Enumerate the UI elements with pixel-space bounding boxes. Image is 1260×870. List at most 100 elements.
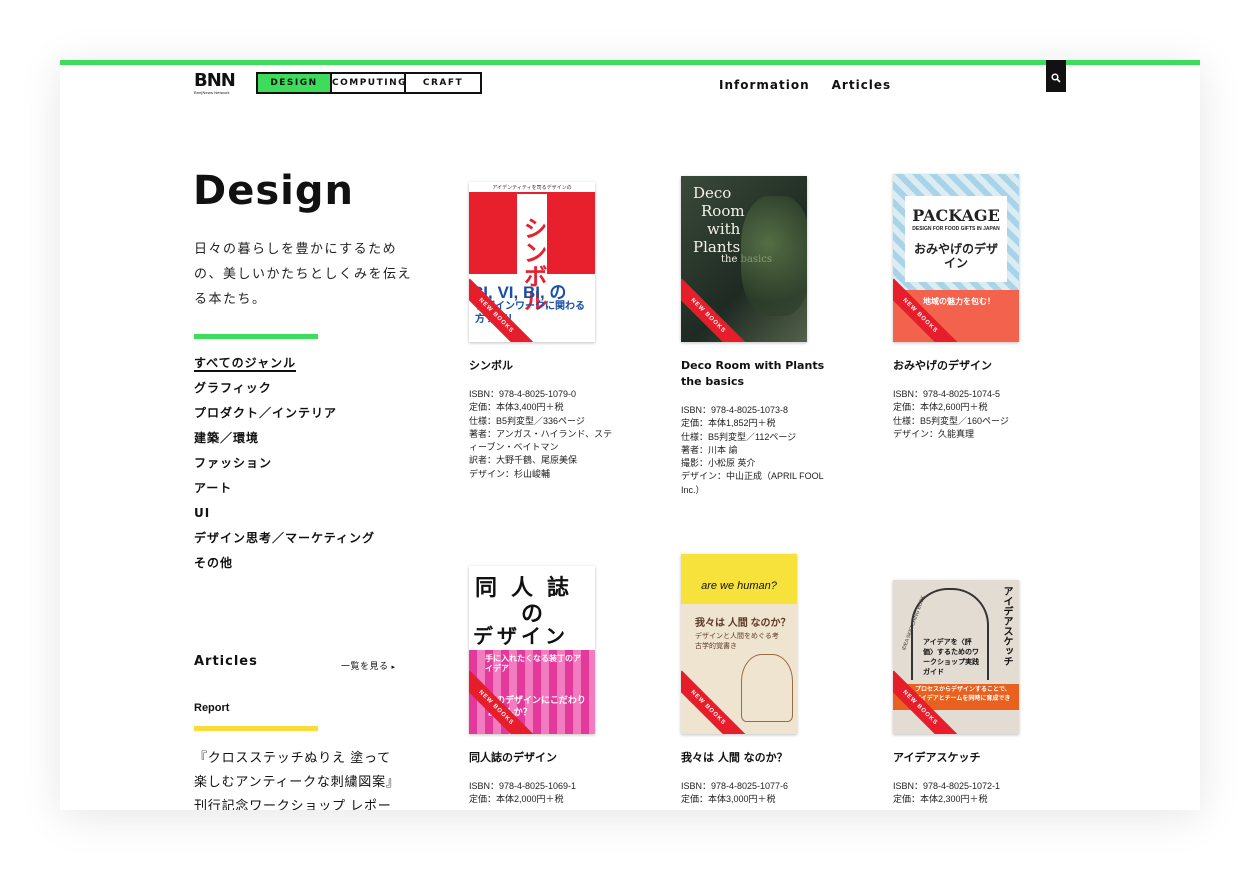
genre-label: UI xyxy=(194,506,211,520)
cover-english-title: are we human? xyxy=(701,580,777,592)
book-cover[interactable]: 同人誌 の デザイン 手に入れたくなる装丁のアイデア 紙のデザインにこだわりませ… xyxy=(469,566,595,734)
nav-information[interactable]: Information xyxy=(719,78,810,92)
cover-subtitle: 手に入れたくなる装丁のアイデア xyxy=(485,654,581,673)
genre-label: すべてのジャンル xyxy=(194,356,297,372)
cover-line: with xyxy=(707,220,741,238)
book-title[interactable]: シンボル xyxy=(469,358,629,374)
book-meta: ISBN：978-4-8025-1079-0 定価：本体3,400円＋税 仕様：… xyxy=(469,388,619,481)
meta-price: 定価：本体1,852円＋税 xyxy=(681,418,776,429)
new-books-ribbon: NEW BOOKS xyxy=(681,278,746,342)
meta-isbn: ISBN：978-4-8025-1069-1 xyxy=(469,781,577,791)
header-nav: Information Articles xyxy=(719,78,891,92)
meta-price: 定価：本体2,300円＋税 xyxy=(893,794,988,805)
meta-isbn: ISBN：978-4-8025-1072-1 xyxy=(893,781,1001,791)
genre-label: グラフィック xyxy=(194,381,272,395)
genre-item-architecture[interactable]: 建築／環境 xyxy=(194,429,375,454)
book-title[interactable]: 我々は 人間 なのか？ xyxy=(681,750,841,766)
genre-item-graphic[interactable]: グラフィック xyxy=(194,379,375,404)
book-meta: ISBN：978-4-8025-1072-1 定価：本体2,300円＋税 xyxy=(893,780,1043,807)
genre-label: ファッション xyxy=(194,456,273,470)
meta-spec: 仕様：B5判変型／160ページ xyxy=(893,415,1009,426)
cover-side-title: アイデアスケッチ xyxy=(1001,586,1012,666)
report-label: Report xyxy=(194,702,230,714)
genre-item-other[interactable]: その他 xyxy=(194,554,375,579)
book-meta: ISBN：978-4-8025-1073-8 定価：本体1,852円＋税 仕様：… xyxy=(681,404,831,497)
meta-isbn: ISBN：978-4-8025-1077-6 xyxy=(681,781,789,791)
meta-design: デザイン：中山正成（APRIL FOOL Inc.） xyxy=(681,471,824,495)
book-title[interactable]: アイデアスケッチ xyxy=(893,750,1053,766)
cover-package-title: PACKAGE xyxy=(912,206,1000,225)
meta-price: 定価：本体3,400円＋税 xyxy=(469,402,564,413)
genre-item-fashion[interactable]: ファッション xyxy=(194,454,375,479)
tab-craft[interactable]: CRAFT xyxy=(406,74,480,92)
cover-line-3: デザイン xyxy=(473,626,569,648)
meta-spec: 仕様：B5判変型／336ページ xyxy=(469,415,585,426)
meta-isbn: ISBN：978-4-8025-1074-5 xyxy=(893,389,1001,399)
category-tabs: DESIGN COMPUTING CRAFT xyxy=(256,72,482,94)
cover-title-lines: Deco Room with Plants xyxy=(693,184,745,256)
book-cover[interactable]: アイデンティティを司るデザインの シンボル CI, VI, BI, の デザイン… xyxy=(469,182,595,342)
book-title[interactable]: Deco Room with Plants the basics xyxy=(681,358,841,390)
meta-author: 著者：川本 諭 xyxy=(681,444,738,455)
genre-item-ui[interactable]: UI xyxy=(194,504,375,529)
book-title[interactable]: おみやげのデザイン xyxy=(893,358,1053,374)
genre-label: デザイン思考／マーケティング xyxy=(194,531,376,545)
meta-price: 定価：本体2,600円＋税 xyxy=(893,402,988,413)
book-cover[interactable]: IDEA SKETCHING BOOK アイデアスケッチ アイデアを〈評価〉する… xyxy=(893,580,1019,734)
search-icon xyxy=(1051,73,1061,83)
genre-label: その他 xyxy=(194,556,234,570)
cover-japanese-title: アイデアを〈評価〉するためのワークショップ実践ガイド xyxy=(923,639,979,676)
cover-plant-shape xyxy=(741,196,807,316)
report-article-link[interactable]: 『クロスステッチぬりえ 塗って楽しむアンティークな刺繍図案』刊行記念ワークショッ… xyxy=(194,746,404,810)
book-title[interactable]: 同人誌のデザイン xyxy=(469,750,629,766)
meta-spec: 仕様：B5判変型／112ページ xyxy=(681,431,797,442)
meta-isbn: ISBN：978-4-8025-1079-0 xyxy=(469,389,577,399)
view-all-label: 一覧を見る xyxy=(341,661,389,671)
meta-price: 定価：本体3,000円＋税 xyxy=(681,794,776,805)
genre-label: プロダクト／インテリア xyxy=(194,406,338,420)
meta-translator: 訳者：大野千鶴、尾原美保 xyxy=(469,455,578,466)
cover-japanese-title: 我々は 人間 なのか？ xyxy=(695,618,791,629)
new-books-ribbon: NEW BOOKS xyxy=(681,670,746,734)
book-cover[interactable]: Deco Room with Plants the basics NEW BOO… xyxy=(681,176,807,342)
cover-sketch-shape xyxy=(741,654,793,722)
cover-yellow-band xyxy=(681,554,797,604)
genre-item-design-thinking[interactable]: デザイン思考／マーケティング xyxy=(194,529,375,554)
view-all-link[interactable]: 一覧を見る ▸ xyxy=(341,659,396,672)
logo-subtext: Bnn|News Network xyxy=(194,90,230,95)
top-accent-bar xyxy=(60,60,1200,65)
cover-english-sub: DESIGN FOR FOOD GIFTS IN JAPAN xyxy=(912,226,1000,232)
meta-price: 定価：本体2,000円＋税 xyxy=(469,794,564,805)
book-meta: ISBN：978-4-8025-1069-1 定価：本体2,000円＋税 xyxy=(469,780,619,807)
book-meta: ISBN：978-4-8025-1074-5 定価：本体2,600円＋税 仕様：… xyxy=(893,388,1043,441)
articles-heading: Articles xyxy=(194,654,258,669)
page-title: Design xyxy=(193,168,354,214)
page-frame: BNN Bnn|News Network DESIGN COMPUTING CR… xyxy=(60,60,1200,810)
genre-label: アート xyxy=(194,481,233,495)
bnn-logo[interactable]: BNN Bnn|News Network xyxy=(194,70,236,96)
divider-yellow xyxy=(194,726,318,731)
book-meta: ISBN：978-4-8025-1077-6 定価：本体3,000円＋税 xyxy=(681,780,831,807)
meta-author: 著者：アンガス・ハイランド、スティーブン・ベイトマン xyxy=(469,428,613,453)
genre-item-art[interactable]: アート xyxy=(194,479,375,504)
divider-green xyxy=(194,334,318,339)
page-description: 日々の暮らしを豊かにするための、美しいかたちとしくみを伝える本たち。 xyxy=(194,241,413,306)
cover-subtitle: デザインと人間をめぐる考古学的覚書き xyxy=(695,633,779,650)
cover-top-text: アイデンティティを司るデザインの xyxy=(492,185,572,191)
book-cover[interactable]: PACKAGE DESIGN FOR FOOD GIFTS IN JAPAN お… xyxy=(893,174,1019,342)
cover-line: Room xyxy=(701,202,745,220)
tab-computing[interactable]: COMPUTING xyxy=(332,74,406,92)
meta-photo: 撮影：小松原 英介 xyxy=(681,458,756,469)
search-button[interactable] xyxy=(1046,60,1066,92)
genre-item-product-interior[interactable]: プロダクト／インテリア xyxy=(194,404,375,429)
logo-text: BNN xyxy=(194,70,236,91)
meta-design: デザイン：久能真理 xyxy=(893,428,975,439)
tab-design[interactable]: DESIGN xyxy=(258,74,332,92)
meta-design: デザイン：杉山峻輔 xyxy=(469,468,551,479)
book-cover[interactable]: are we human? 我々は 人間 なのか？ デザインと人間をめぐる考古学… xyxy=(681,554,797,734)
genre-label: 建築／環境 xyxy=(194,431,260,445)
nav-articles[interactable]: Articles xyxy=(832,78,892,92)
cover-line: Deco xyxy=(693,184,732,202)
genre-item-all[interactable]: すべてのジャンル xyxy=(194,354,375,379)
chevron-right-icon: ▸ xyxy=(391,664,396,671)
